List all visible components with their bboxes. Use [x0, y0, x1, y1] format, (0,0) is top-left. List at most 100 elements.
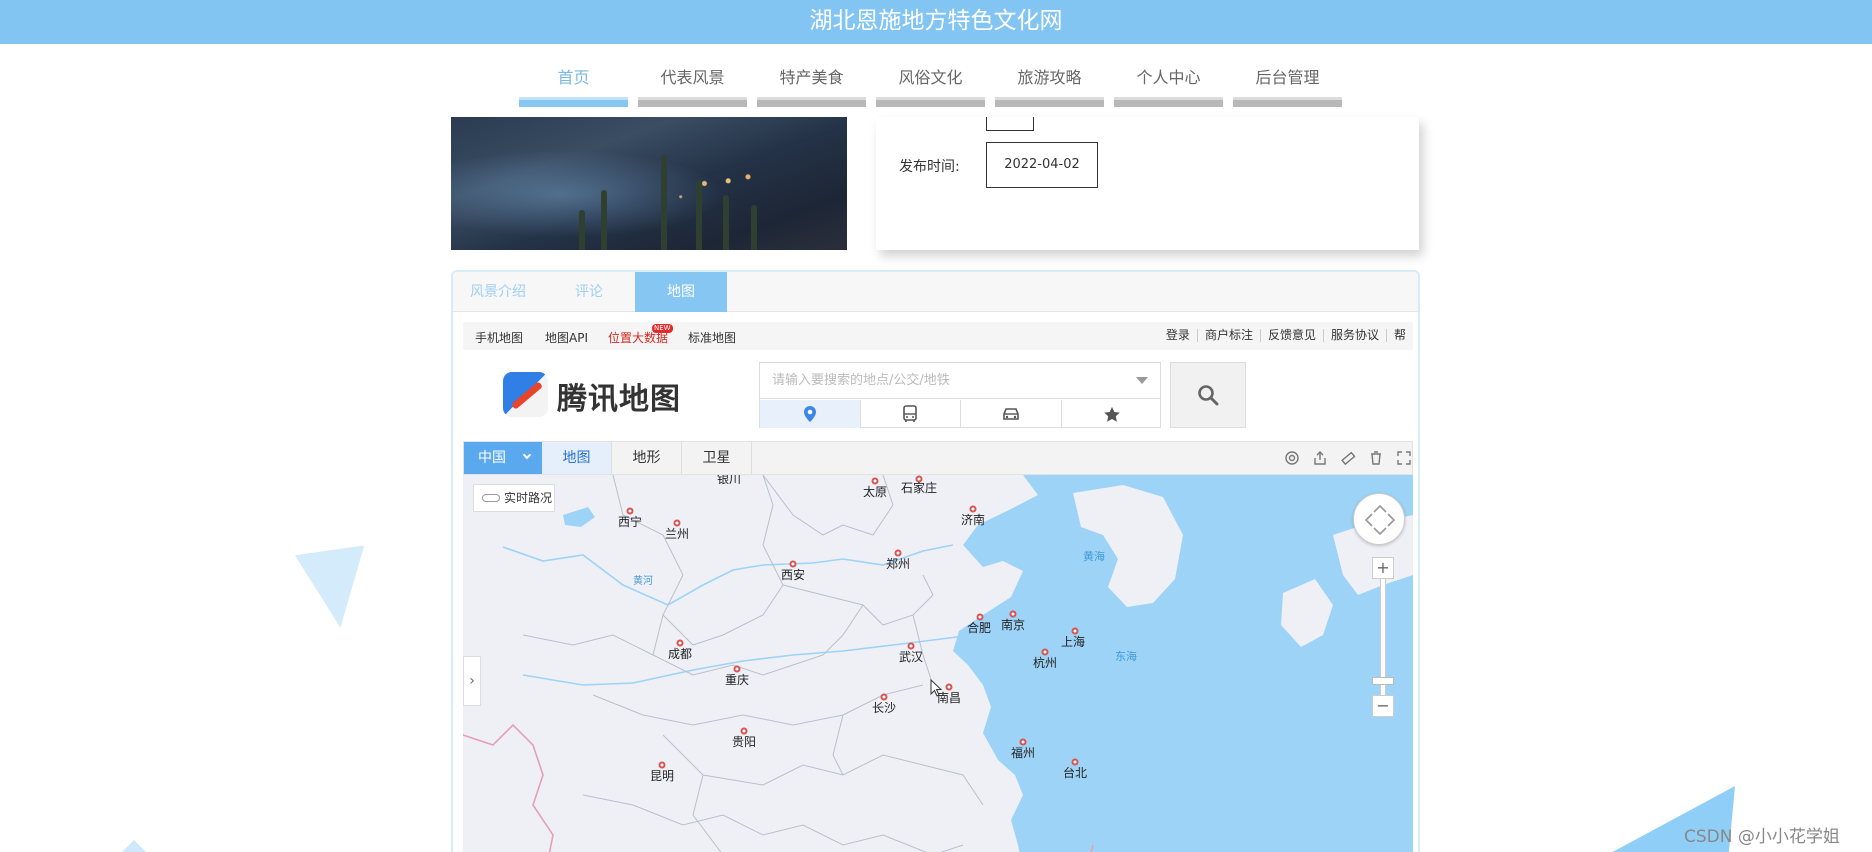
- detail-tabs-panel: 风景介绍 评论 地图 手机地图 地图API 位置大数据 NEW 标准地图 登录 …: [451, 270, 1420, 852]
- map-tools: [1284, 450, 1412, 466]
- search-mode-tabs: [760, 400, 1162, 428]
- map-type-terrain[interactable]: 地形: [612, 442, 682, 474]
- ruler-icon[interactable]: [1340, 450, 1356, 466]
- publish-time-label: 发布时间:: [899, 159, 960, 175]
- mode-drive[interactable]: [961, 400, 1062, 428]
- sea-label: 黄海: [1083, 550, 1105, 563]
- mouse-cursor-icon: [930, 679, 942, 697]
- publish-time-value: 2022-04-02: [986, 142, 1098, 188]
- nav-item-food[interactable]: 特产美食: [757, 60, 866, 107]
- city-label: 兰州: [664, 527, 690, 541]
- link-location-bigdata[interactable]: 位置大数据 NEW: [608, 324, 673, 346]
- link-location-bigdata-label: 位置大数据: [608, 331, 669, 345]
- nav-label: 后台管理: [1255, 68, 1320, 87]
- poi-search-icon[interactable]: [1284, 450, 1300, 466]
- nav-item-profile[interactable]: 个人中心: [1114, 60, 1223, 107]
- main-nav: 首页 代表风景 特产美食 风俗文化 旅游攻略 个人中心 后台管理: [519, 60, 1352, 107]
- map-search-input[interactable]: [760, 363, 1160, 399]
- photo-cactus: [661, 155, 667, 250]
- region-selector[interactable]: 中国: [464, 442, 542, 474]
- zoom-out-button[interactable]: −: [1372, 695, 1394, 717]
- city-label: 郑州: [885, 557, 911, 571]
- nav-label: 首页: [557, 68, 590, 87]
- nav-item-travel-guide[interactable]: 旅游攻略: [995, 60, 1104, 107]
- compass-control[interactable]: [1353, 493, 1405, 545]
- map-type-standard[interactable]: 地图: [542, 442, 612, 474]
- tab-map[interactable]: 地图: [635, 272, 727, 312]
- nav-item-scenery[interactable]: 代表风景: [638, 60, 747, 107]
- nav-underline: [876, 97, 985, 107]
- city-label: 合肥: [966, 621, 992, 635]
- tencent-map-embed: 手机地图 地图API 位置大数据 NEW 标准地图 登录 商户标注 反馈意见 服…: [463, 322, 1413, 852]
- photo-cactus: [751, 205, 757, 250]
- nav-underline: [638, 97, 747, 107]
- pan-arrows-icon: [1364, 504, 1396, 536]
- link-login[interactable]: 登录: [1159, 329, 1197, 342]
- decor-triangle-bottom-left: [118, 840, 150, 852]
- search-dropdown-icon[interactable]: [1136, 377, 1148, 384]
- link-standard-map[interactable]: 标准地图: [688, 329, 736, 346]
- sidebar-expand-toggle[interactable]: ›: [463, 656, 481, 706]
- tab-comments[interactable]: 评论: [543, 272, 635, 312]
- trash-icon[interactable]: [1368, 450, 1384, 466]
- decor-triangle-left: [294, 545, 376, 633]
- link-feedback[interactable]: 反馈意见: [1259, 329, 1323, 342]
- map-search-button[interactable]: [1170, 362, 1246, 428]
- tab-scenery-intro[interactable]: 风景介绍: [453, 272, 543, 312]
- info-field-box: [986, 117, 1034, 131]
- map-search-box: [759, 362, 1161, 428]
- map-type-satellite[interactable]: 卫星: [682, 442, 752, 474]
- nav-label: 代表风景: [660, 68, 725, 87]
- city-label: 杭州: [1032, 656, 1058, 670]
- nav-underline: [1233, 97, 1342, 107]
- city-label: 长沙: [871, 701, 897, 715]
- city-label: 济南: [960, 513, 986, 527]
- link-terms[interactable]: 服务协议: [1322, 329, 1386, 342]
- tencent-map-logo-icon: [503, 372, 548, 417]
- map-canvas[interactable]: 实时路况 › 银川 太原 石家庄 西宁 兰州 济南 郑州 西安 合肥 南京 上海…: [463, 475, 1413, 852]
- city-label: 贵阳: [731, 735, 757, 749]
- share-icon[interactable]: [1312, 450, 1328, 466]
- fullscreen-icon[interactable]: [1396, 450, 1412, 466]
- city-label: 福州: [1010, 746, 1036, 760]
- city-label: 银川: [716, 475, 742, 486]
- nav-underline: [995, 97, 1104, 107]
- nav-item-admin[interactable]: 后台管理: [1233, 60, 1342, 107]
- mode-favorites[interactable]: [1062, 400, 1162, 428]
- city-label: 成都: [667, 647, 693, 661]
- zoom-slider-thumb[interactable]: [1372, 677, 1394, 685]
- location-icon: [803, 406, 816, 422]
- nav-underline: [519, 97, 628, 107]
- realtime-traffic-button[interactable]: 实时路况: [473, 484, 555, 512]
- site-title: 湖北恩施地方特色文化网: [809, 8, 1063, 34]
- city-label: 武汉: [898, 650, 924, 664]
- mode-bus[interactable]: [861, 400, 962, 428]
- city-label: 昆明: [649, 769, 675, 783]
- nav-item-customs[interactable]: 风俗文化: [876, 60, 985, 107]
- bus-icon: [903, 405, 918, 422]
- city-label: 上海: [1060, 635, 1086, 649]
- chevron-down-icon: [522, 450, 532, 460]
- nav-underline: [757, 97, 866, 107]
- city-label: 西宁: [617, 515, 643, 529]
- tencent-map-brand: 腾讯地图: [557, 382, 681, 417]
- realtime-traffic-label: 实时路况: [504, 491, 553, 505]
- link-merchant-mark[interactable]: 商户标注: [1196, 329, 1260, 342]
- tabs-bar: 风景介绍 评论 地图: [453, 272, 1418, 312]
- link-help[interactable]: 帮: [1385, 329, 1413, 342]
- city-label: 重庆: [724, 673, 750, 687]
- star-icon: [1103, 406, 1120, 422]
- link-map-api[interactable]: 地图API: [545, 329, 588, 346]
- city-label: 石家庄: [900, 481, 938, 495]
- nav-label: 旅游攻略: [1017, 68, 1082, 87]
- link-mobile-map[interactable]: 手机地图: [475, 329, 523, 346]
- mode-location[interactable]: [760, 400, 861, 428]
- map-top-right-links: 登录 商户标注 反馈意见 服务协议 帮: [1159, 329, 1413, 342]
- nav-item-home[interactable]: 首页: [519, 60, 628, 107]
- zoom-in-button[interactable]: +: [1372, 557, 1394, 579]
- sea-label: 东海: [1115, 650, 1137, 663]
- new-badge: NEW: [652, 324, 673, 333]
- info-panel: [876, 117, 1419, 250]
- photo-cactus: [601, 190, 607, 250]
- city-label: 台北: [1062, 766, 1088, 780]
